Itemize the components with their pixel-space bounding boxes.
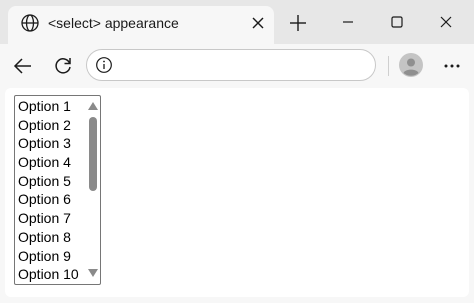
tab-title: <select> appearance	[48, 15, 179, 31]
title-bar: <select> appearance	[0, 0, 474, 44]
option-item[interactable]: Option 3	[18, 134, 79, 153]
scroll-down-arrow-icon[interactable]	[88, 269, 98, 277]
browser-tab[interactable]: <select> appearance	[8, 6, 274, 44]
profile-avatar-icon[interactable]	[399, 53, 423, 77]
option-item[interactable]: Option 6	[18, 190, 79, 209]
option-item[interactable]: Option 10	[18, 265, 79, 284]
option-item[interactable]: Option 2	[18, 116, 79, 135]
browser-window: <select> appearance Option 1 Option 2 Op…	[0, 0, 474, 303]
back-arrow-icon[interactable]	[11, 54, 35, 78]
globe-icon	[21, 14, 39, 32]
maximize-icon[interactable]	[385, 10, 409, 34]
navigation-toolbar	[0, 44, 474, 88]
option-item[interactable]: Option 5	[18, 172, 79, 191]
info-icon[interactable]	[95, 56, 113, 74]
minimize-icon[interactable]	[336, 10, 360, 34]
more-options-icon[interactable]	[440, 54, 464, 78]
page-content: Option 1 Option 2 Option 3 Option 4 Opti…	[5, 88, 469, 297]
option-list: Option 1 Option 2 Option 3 Option 4 Opti…	[18, 97, 79, 284]
select-listbox[interactable]: Option 1 Option 2 Option 3 Option 4 Opti…	[14, 95, 101, 285]
option-item[interactable]: Option 4	[18, 153, 79, 172]
toolbar-divider	[388, 56, 389, 76]
option-item[interactable]: Option 8	[18, 228, 79, 247]
option-item[interactable]: Option 7	[18, 209, 79, 228]
tab-close-icon[interactable]	[248, 13, 268, 33]
refresh-icon[interactable]	[51, 54, 75, 78]
scroll-thumb[interactable]	[89, 117, 97, 191]
option-item[interactable]: Option 9	[18, 247, 79, 266]
new-tab-plus-icon[interactable]	[287, 12, 309, 34]
address-bar[interactable]	[86, 49, 376, 81]
window-close-icon[interactable]	[434, 10, 458, 34]
scroll-up-arrow-icon[interactable]	[88, 102, 98, 110]
listbox-scrollbar[interactable]	[86, 97, 100, 283]
option-item[interactable]: Option 1	[18, 97, 79, 116]
